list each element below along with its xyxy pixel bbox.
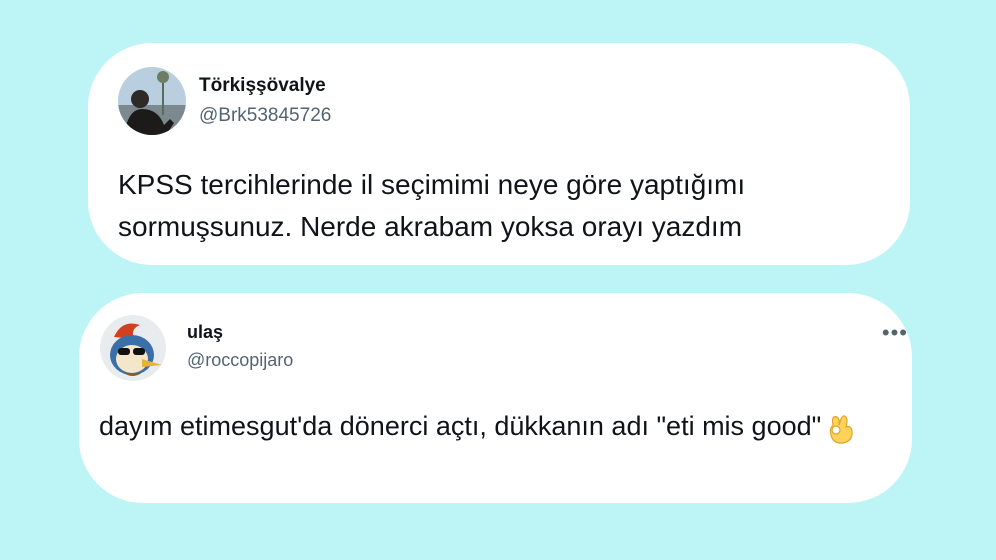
tweet-card: ulaş @roccopijaro ••• dayım etimesgut'da… xyxy=(79,293,912,503)
display-name[interactable]: Törkişşövalye xyxy=(199,75,326,97)
tweet-text: dayım etimesgut'da dönerci açtı, dükkanı… xyxy=(99,408,889,445)
user-handle[interactable]: @roccopijaro xyxy=(187,350,293,371)
tweet-text-content: dayım etimesgut'da dönerci açtı, dükkanı… xyxy=(99,411,822,441)
more-dots-icon[interactable]: ••• xyxy=(882,322,908,344)
display-name[interactable]: ulaş xyxy=(187,322,223,343)
tweet-card: Törkişşövalye @Brk53845726 KPSS tercihle… xyxy=(88,43,910,265)
person-photo-avatar[interactable] xyxy=(118,67,186,135)
tweet-text: KPSS tercihlerinde il seçimimi neye göre… xyxy=(118,169,746,242)
user-handle[interactable]: @Brk53845726 xyxy=(199,105,331,127)
cartoon-woodpecker-avatar[interactable] xyxy=(100,315,166,381)
ok-hand-icon xyxy=(825,411,855,445)
